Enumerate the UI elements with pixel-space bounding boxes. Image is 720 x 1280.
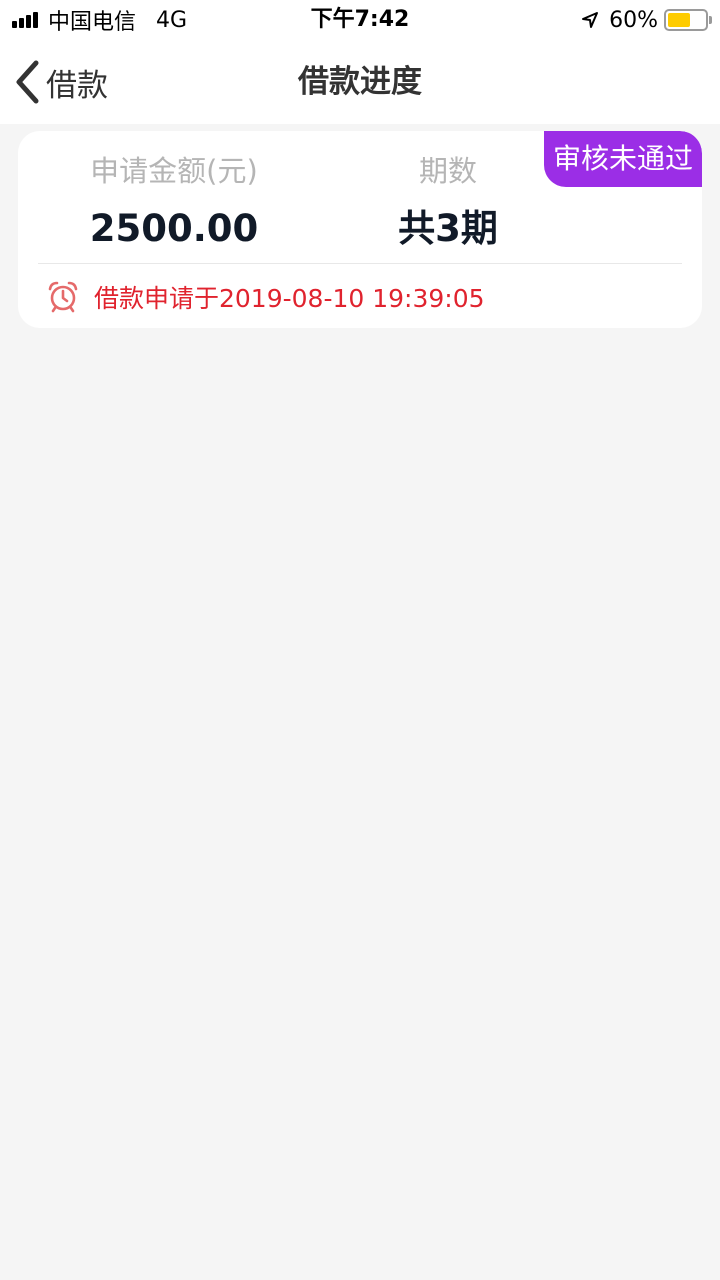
- apply-time-row: 借款申请于2019-08-10 19:39:05: [46, 280, 485, 314]
- loan-progress-card[interactable]: 审核未通过 申请金额(元) 2500.00 期数 共3期 借款申请于2019-0…: [18, 131, 702, 328]
- alarm-clock-icon: [46, 280, 80, 314]
- amount-value: 2500.00: [89, 207, 259, 250]
- term-label: 期数: [418, 154, 477, 188]
- apply-time-text: 借款申请于2019-08-10 19:39:05: [94, 284, 485, 313]
- amount-column: 申请金额(元) 2500.00: [18, 131, 330, 251]
- status-right: 60%: [581, 0, 712, 40]
- battery-fill: [668, 13, 690, 27]
- battery-percent: 60%: [609, 7, 658, 33]
- amount-label: 申请金额(元): [90, 154, 258, 188]
- card-divider: [38, 263, 682, 264]
- term-column: 期数 共3期: [298, 131, 598, 251]
- chevron-left-icon: [14, 60, 40, 104]
- page-title: 借款进度: [298, 64, 422, 100]
- location-arrow-icon: [581, 11, 599, 29]
- battery-icon: [664, 9, 712, 31]
- term-value: 共3期: [398, 207, 498, 250]
- back-button[interactable]: 借款: [14, 40, 108, 124]
- back-label: 借款: [46, 67, 108, 104]
- status-bar: 中国电信 4G 下午7:42 60%: [0, 0, 720, 40]
- battery-tip: [709, 16, 712, 24]
- nav-bar: 借款 借款进度: [0, 40, 720, 124]
